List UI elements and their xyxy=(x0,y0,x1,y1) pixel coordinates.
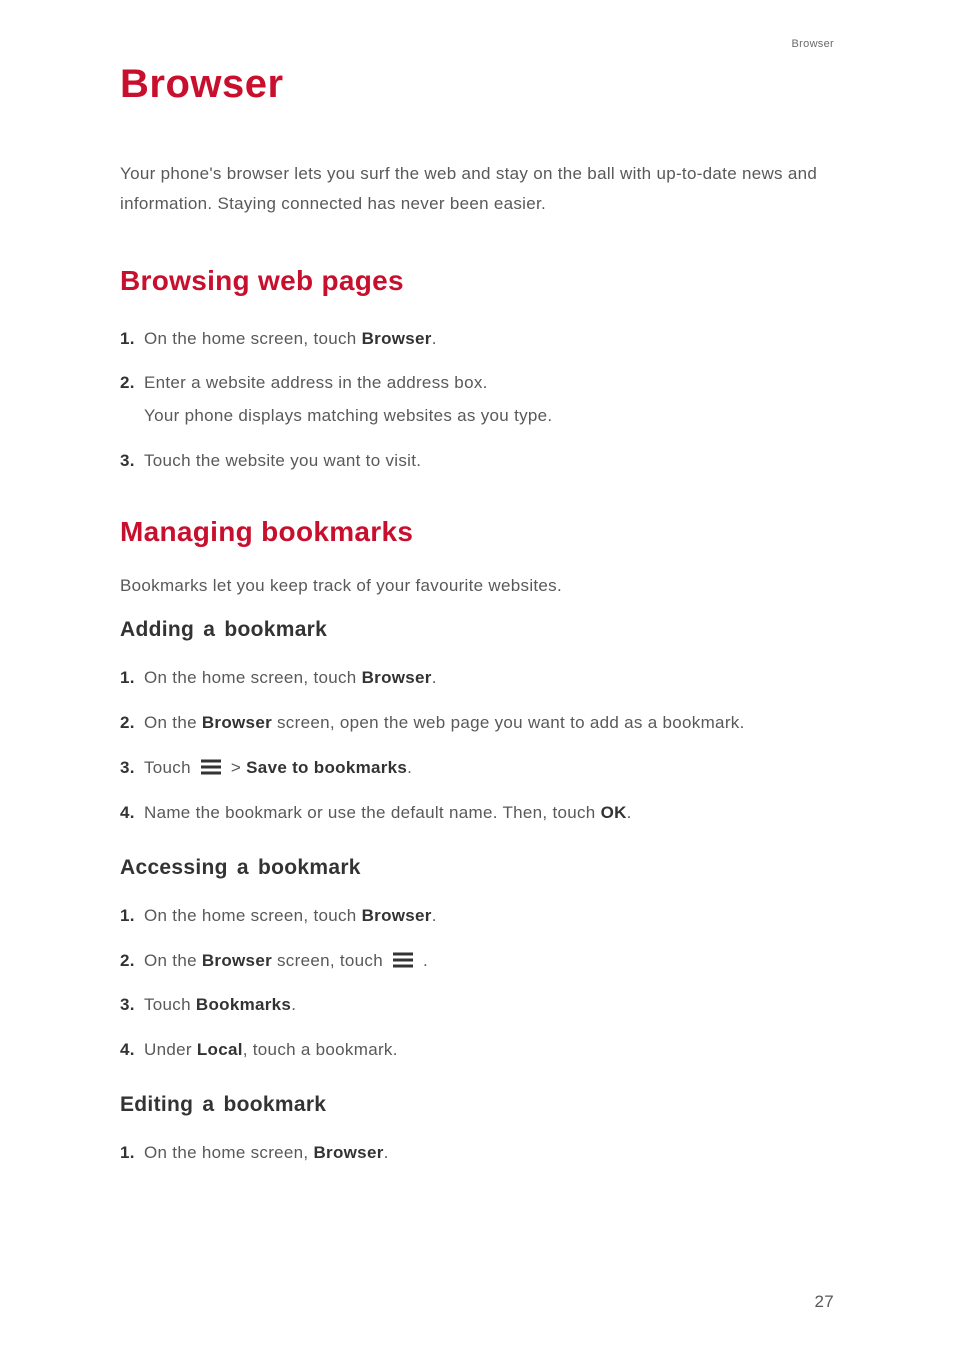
list-item: 2. On the Browser screen, open the web p… xyxy=(120,709,834,738)
step-text: > xyxy=(226,758,246,777)
step-text: On the xyxy=(144,713,202,732)
step-marker: 1. xyxy=(120,1139,144,1168)
ui-label: Bookmarks xyxy=(196,995,291,1014)
step-marker: 4. xyxy=(120,799,144,828)
step-text: . xyxy=(432,329,437,348)
list-item: 3. Touch the website you want to visit. xyxy=(120,447,834,476)
step-text: On the xyxy=(144,951,202,970)
subsection-accessing: Accessing a bookmark xyxy=(120,856,834,880)
ui-label: Browser xyxy=(362,906,432,925)
step-text: On the home screen, touch xyxy=(144,906,362,925)
step-text: , touch a bookmark. xyxy=(243,1040,398,1059)
step-text: screen, touch xyxy=(272,951,388,970)
browsing-steps-list: 1. On the home screen, touch Browser. 2.… xyxy=(120,325,834,477)
accessing-steps-list: 1. On the home screen, touch Browser. 2.… xyxy=(120,902,834,1066)
step-text: On the home screen, xyxy=(144,1143,313,1162)
ui-label: OK xyxy=(601,803,627,822)
step-subtext: Your phone displays matching websites as… xyxy=(144,402,834,431)
step-marker: 3. xyxy=(120,754,144,783)
section-paragraph: Bookmarks let you keep track of your fav… xyxy=(120,576,834,596)
step-text: Under xyxy=(144,1040,197,1059)
step-marker: 4. xyxy=(120,1036,144,1065)
step-text: . xyxy=(407,758,412,777)
list-item: 4. Under Local, touch a bookmark. xyxy=(120,1036,834,1065)
step-marker: 1. xyxy=(120,664,144,693)
step-text: Enter a website address in the address b… xyxy=(144,373,488,392)
step-text: . xyxy=(291,995,296,1014)
ui-label: Local xyxy=(197,1040,243,1059)
page-number: 27 xyxy=(814,1292,834,1312)
ui-label: Save to bookmarks xyxy=(246,758,407,777)
menu-icon xyxy=(200,759,222,775)
step-text: screen, open the web page you want to ad… xyxy=(272,713,745,732)
list-item: 1. On the home screen, touch Browser. xyxy=(120,325,834,354)
ui-label: Browser xyxy=(202,713,272,732)
list-item: 1. On the home screen, touch Browser. xyxy=(120,902,834,931)
list-item: 2. On the Browser screen, touch . xyxy=(120,947,834,976)
list-item: 4. Name the bookmark or use the default … xyxy=(120,799,834,828)
step-text: . xyxy=(418,951,428,970)
ui-label: Browser xyxy=(313,1143,383,1162)
subsection-adding: Adding a bookmark xyxy=(120,618,834,642)
step-text: . xyxy=(432,906,437,925)
step-text: Touch xyxy=(144,758,196,777)
step-marker: 3. xyxy=(120,991,144,1020)
editing-steps-list: 1. On the home screen, Browser. xyxy=(120,1139,834,1168)
ui-label: Browser xyxy=(362,329,432,348)
step-marker: 1. xyxy=(120,902,144,931)
intro-paragraph: Your phone's browser lets you surf the w… xyxy=(120,159,834,219)
step-marker: 2. xyxy=(120,709,144,738)
step-text: . xyxy=(432,668,437,687)
section-heading-browsing: Browsing web pages xyxy=(120,265,834,297)
section-heading-managing: Managing bookmarks xyxy=(120,516,834,548)
list-item: 3. Touch > Save to bookmarks. xyxy=(120,754,834,783)
page-title: Browser xyxy=(120,62,834,107)
ui-label: Browser xyxy=(362,668,432,687)
adding-steps-list: 1. On the home screen, touch Browser. 2.… xyxy=(120,664,834,828)
list-item: 1. On the home screen, Browser. xyxy=(120,1139,834,1168)
step-text: Touch the website you want to visit. xyxy=(144,447,834,476)
subsection-editing: Editing a bookmark xyxy=(120,1093,834,1117)
step-marker: 1. xyxy=(120,325,144,354)
menu-icon xyxy=(392,952,414,968)
step-text: On the home screen, touch xyxy=(144,668,362,687)
ui-label: Browser xyxy=(202,951,272,970)
running-header: Browser xyxy=(792,38,834,50)
step-text: . xyxy=(384,1143,389,1162)
step-text: Name the bookmark or use the default nam… xyxy=(144,803,601,822)
step-marker: 3. xyxy=(120,447,144,476)
step-text: . xyxy=(627,803,632,822)
step-text: Touch xyxy=(144,995,196,1014)
list-item: 2. Enter a website address in the addres… xyxy=(120,369,834,431)
step-marker: 2. xyxy=(120,369,144,398)
list-item: 1. On the home screen, touch Browser. xyxy=(120,664,834,693)
step-text: On the home screen, touch xyxy=(144,329,362,348)
step-marker: 2. xyxy=(120,947,144,976)
list-item: 3. Touch Bookmarks. xyxy=(120,991,834,1020)
